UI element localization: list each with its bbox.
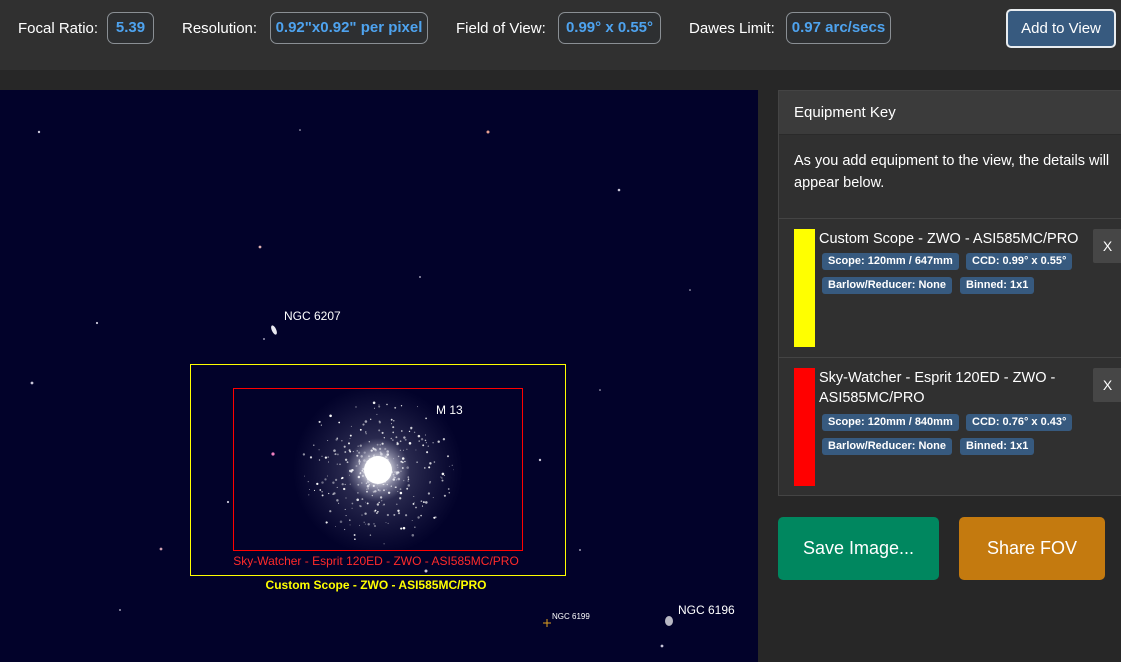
equipment-key-description: As you add equipment to the view, the de… (779, 135, 1121, 219)
barlow-tag: Barlow/Reducer: None (822, 277, 952, 294)
ngc6207-galaxy (271, 325, 277, 335)
fov-label-custom-scope: Custom Scope - ZWO - ASI585MC/PRO (266, 578, 487, 592)
fov-label: Field of View: (456, 20, 546, 37)
ccd-tag: CCD: 0.99° x 0.55° (966, 253, 1073, 270)
label-ngc6196: NGC 6196 (678, 603, 735, 617)
binned-tag: Binned: 1x1 (960, 438, 1035, 455)
fov-label-skywatcher: Sky-Watcher - Esprit 120ED - ZWO - ASI58… (233, 554, 519, 568)
sky-canvas: NGC 6207 M 13 NGC 6199 NGC 6196 Sky-Watc… (30, 129, 735, 648)
barlow-tag: Barlow/Reducer: None (822, 438, 952, 455)
focal-ratio-value: 5.39 (107, 12, 154, 44)
binned-tag: Binned: 1x1 (960, 277, 1035, 294)
equipment-item-custom-scope: Custom Scope - ZWO - ASI585MC/PRO Scope:… (779, 219, 1121, 358)
fov-value: 0.99° x 0.55° (558, 12, 661, 44)
ngc6199-marker (543, 619, 551, 627)
focal-ratio-label: Focal Ratio: (18, 20, 99, 37)
resolution-label: Resolution: (182, 20, 258, 37)
ccd-tag: CCD: 0.76° x 0.43° (966, 414, 1073, 431)
label-m13: M 13 (436, 403, 463, 417)
top-stats-bar: Focal Ratio: 5.39 Resolution: 0.92"x0.92… (0, 0, 1121, 70)
equipment-item-skywatcher: Sky-Watcher - Esprit 120ED - ZWO - ASI58… (779, 358, 1121, 497)
color-swatch-yellow (794, 229, 815, 347)
remove-equipment-button[interactable]: X (1093, 229, 1121, 263)
scope-tag: Scope: 120mm / 647mm (822, 253, 959, 270)
sky-view[interactable]: NGC 6207 M 13 NGC 6199 NGC 6196 Sky-Watc… (0, 90, 758, 662)
label-ngc6199: NGC 6199 (552, 612, 590, 621)
color-swatch-red (794, 368, 815, 486)
add-to-view-button[interactable]: Add to View (1006, 9, 1116, 48)
label-ngc6207: NGC 6207 (284, 309, 341, 323)
equipment-key-panel: Equipment Key As you add equipment to th… (778, 90, 1121, 496)
scope-tag: Scope: 120mm / 840mm (822, 414, 959, 431)
equipment-key-title: Equipment Key (779, 91, 1121, 135)
dawes-limit-label: Dawes Limit: (689, 20, 775, 37)
equipment-name: Sky-Watcher - Esprit 120ED - ZWO - ASI58… (819, 370, 1056, 406)
remove-equipment-button[interactable]: X (1093, 368, 1121, 402)
save-image-button[interactable]: Save Image... (778, 517, 939, 580)
resolution-value: 0.92"x0.92" per pixel (270, 12, 428, 44)
dawes-limit-value: 0.97 arc/secs (786, 12, 891, 44)
share-fov-button[interactable]: Share FOV (959, 517, 1105, 580)
equipment-name: Custom Scope - ZWO - ASI585MC/PRO (819, 231, 1079, 247)
ngc6196-galaxy (665, 616, 673, 626)
